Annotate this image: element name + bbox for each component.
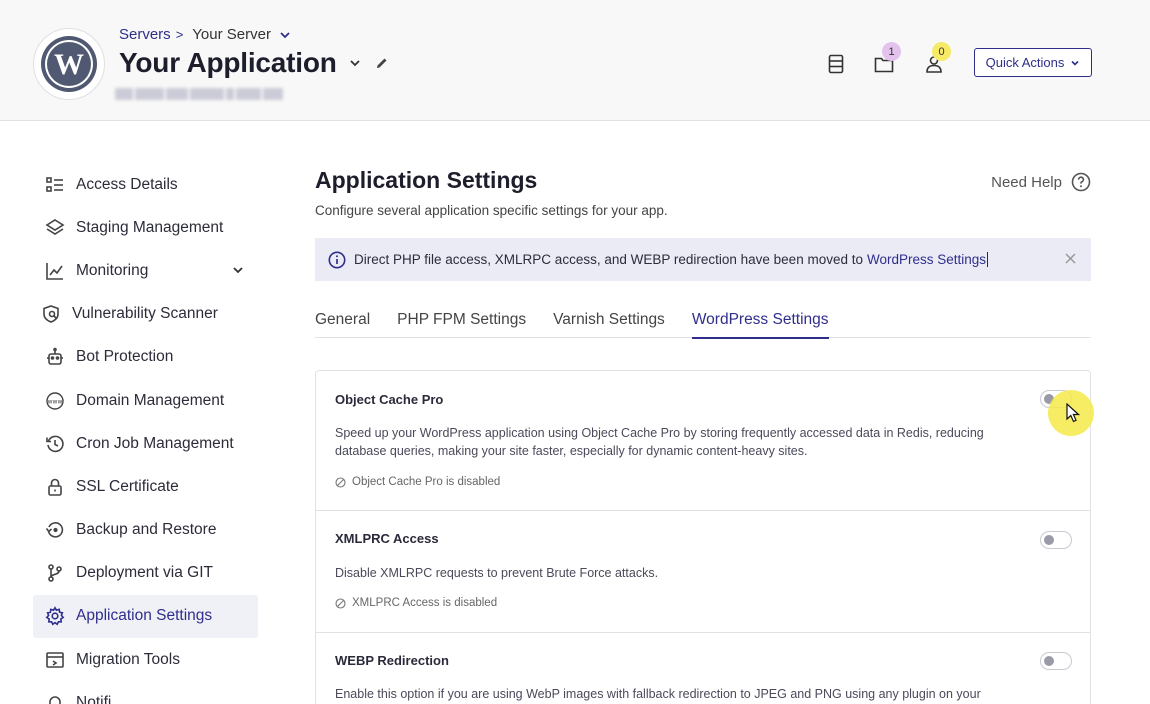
chevron-down-icon[interactable]	[232, 264, 244, 276]
www-icon: www	[45, 391, 65, 411]
sidebar-item-label: SSL Certificate	[76, 477, 179, 495]
tab-wordpress-settings[interactable]: WordPress Settings	[691, 305, 829, 339]
breadcrumb: Servers > Your Server	[119, 26, 291, 43]
card-title: Object Cache Pro	[335, 392, 444, 407]
lock-icon	[45, 477, 65, 497]
history-icon	[45, 434, 65, 454]
robot-icon	[45, 347, 65, 367]
sidebar-nav: Access Details Staging Management Monito…	[33, 163, 258, 704]
need-help-link[interactable]: Need Help	[991, 172, 1091, 192]
card-status: XMLPRC Access is disabled	[335, 597, 497, 609]
xmlrpc-access-toggle[interactable]	[1040, 531, 1072, 549]
sidebar-item-bot-protection[interactable]: Bot Protection	[33, 336, 258, 379]
sidebar-item-label: Vulnerability Scanner	[72, 305, 218, 323]
tab-varnish-settings[interactable]: Varnish Settings	[553, 305, 665, 338]
sidebar-item-access-details[interactable]: Access Details	[33, 163, 258, 206]
svg-text:W: W	[54, 48, 84, 81]
card-title: WEBP Redirection	[335, 653, 449, 668]
breadcrumb-server-name[interactable]: Your Server	[192, 26, 271, 43]
sidebar-item-cron-job-management[interactable]: Cron Job Management	[33, 422, 258, 465]
pencil-icon[interactable]	[375, 56, 389, 70]
object-cache-pro-card: Object Cache Pro Speed up your WordPress…	[315, 370, 1091, 511]
sidebar-item-label: Domain Management	[76, 391, 225, 409]
card-status: Object Cache Pro is disabled	[335, 476, 500, 488]
chart-line-icon	[45, 261, 65, 281]
tab-general[interactable]: General	[315, 305, 370, 338]
chevron-down-icon	[1071, 60, 1079, 66]
sidebar-item-label: Migration Tools	[76, 650, 180, 668]
page-subtitle: Configure several application specific s…	[315, 203, 668, 218]
access-details-icon	[45, 175, 65, 195]
toggle-knob	[1044, 656, 1054, 666]
quick-actions-button[interactable]: Quick Actions	[974, 48, 1092, 77]
disabled-icon	[335, 476, 346, 488]
need-help-label: Need Help	[991, 173, 1062, 191]
server-list-icon[interactable]	[826, 53, 846, 75]
question-circle-icon	[1071, 172, 1091, 192]
restore-icon	[45, 520, 65, 540]
info-banner: Direct PHP file access, XMLRPC access, a…	[315, 238, 1091, 281]
sidebar-item-application-settings[interactable]: Application Settings	[33, 594, 258, 639]
webp-redirection-card: WEBP Redirection Enable this option if y…	[315, 633, 1091, 704]
info-icon	[328, 251, 346, 269]
card-description: Disable XMLRPC requests to prevent Brute…	[335, 566, 659, 580]
banner-text: Direct PHP file access, XMLRPC access, a…	[354, 252, 863, 267]
wordpress-settings-link[interactable]: WordPress Settings	[867, 252, 989, 267]
page-title: Application Settings	[315, 167, 538, 193]
migration-icon	[45, 650, 65, 670]
shield-scan-icon	[41, 304, 61, 324]
chevron-down-icon[interactable]	[349, 57, 361, 69]
app-header: W Servers > Your Server Your Application…	[0, 0, 1150, 121]
gear-icon	[45, 606, 65, 627]
app-title: Your Application	[119, 47, 337, 78]
sidebar-item-label: Bot Protection	[76, 348, 174, 366]
sidebar-item-label: Notifi...	[76, 693, 125, 704]
settings-tabs: General PHP FPM Settings Varnish Setting…	[315, 305, 1091, 339]
sidebar-item-label: Deployment via GIT	[76, 564, 213, 582]
sidebar-item-backup-and-restore[interactable]: Backup and Restore	[33, 509, 258, 552]
sidebar-item-domain-management[interactable]: www Domain Management	[33, 379, 258, 422]
quick-actions-label: Quick Actions	[985, 55, 1065, 70]
xmlrpc-access-card: XMLPRC Access Disable XMLRPC requests to…	[315, 511, 1091, 633]
sidebar-item-label: Application Settings	[76, 607, 213, 625]
bell-icon	[45, 693, 65, 704]
sidebar-item-label: Staging Management	[76, 218, 224, 236]
svg-text:www: www	[48, 398, 63, 405]
sidebar-item-notifications[interactable]: Notifi...	[33, 681, 258, 704]
sidebar-item-label: Cron Job Management	[76, 434, 234, 452]
card-description: Speed up your WordPress application usin…	[335, 426, 984, 458]
sidebar-item-deployment-via-git[interactable]: Deployment via GIT	[33, 552, 258, 595]
sidebar-item-monitoring[interactable]: Monitoring	[33, 249, 258, 292]
git-branch-icon	[45, 563, 65, 583]
team-badge: 0	[932, 42, 951, 61]
breadcrumb-servers-link[interactable]: Servers	[119, 26, 171, 43]
card-title: XMLPRC Access	[335, 531, 439, 546]
notifications-badge: 1	[882, 42, 901, 61]
toggle-knob	[1044, 535, 1054, 545]
breadcrumb-separator: >	[175, 27, 184, 42]
chevron-down-icon[interactable]	[279, 29, 291, 41]
card-status-text: Object Cache Pro is disabled	[352, 476, 501, 488]
card-description: Enable this option if you are using WebP…	[335, 687, 981, 701]
disabled-icon	[335, 597, 346, 609]
card-status-text: XMLPRC Access is disabled	[352, 597, 498, 609]
sidebar-item-label: Access Details	[76, 175, 178, 193]
mouse-pointer-icon	[1066, 402, 1081, 428]
wordpress-logo: W	[33, 28, 105, 100]
sidebar-item-ssl-certificate[interactable]: SSL Certificate	[33, 465, 258, 508]
sidebar-item-label: Backup and Restore	[76, 521, 217, 539]
sidebar-item-migration-tools[interactable]: Migration Tools	[33, 638, 258, 681]
close-icon[interactable]	[1064, 252, 1077, 265]
tab-php-fpm-settings[interactable]: PHP FPM Settings	[397, 305, 526, 338]
layers-icon	[45, 218, 65, 238]
app-url-redacted	[115, 88, 283, 102]
webp-redirection-toggle[interactable]	[1040, 652, 1072, 670]
sidebar-item-staging-management[interactable]: Staging Management	[33, 206, 258, 249]
sidebar-item-label: Monitoring	[76, 261, 149, 279]
sidebar-item-vulnerability-scanner[interactable]: Vulnerability Scanner	[33, 293, 258, 336]
